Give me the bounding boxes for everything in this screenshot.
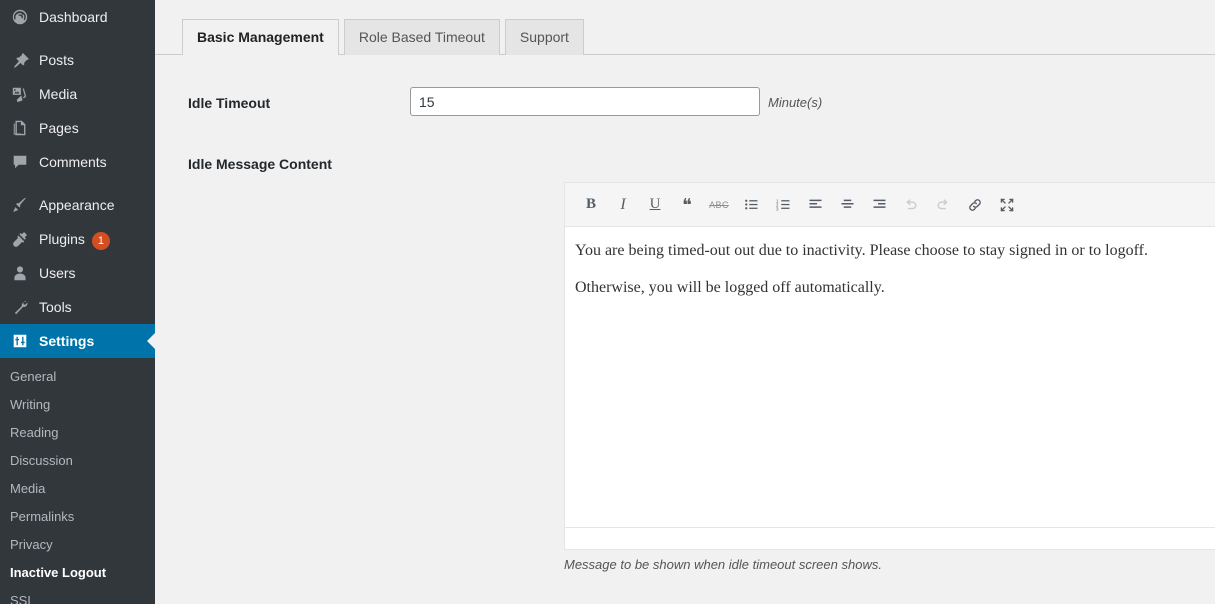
sidebar-item-label: Posts: [39, 52, 75, 68]
editor-status-bar: [565, 527, 1215, 549]
sidebar-item-label: Pages: [39, 120, 79, 136]
link-icon[interactable]: [959, 190, 991, 220]
menu-separator: [0, 34, 155, 43]
strikethrough-icon[interactable]: ABC: [703, 190, 735, 220]
admin-menu: Dashboard Posts Media Pages Comments Appearan…: [0, 0, 155, 358]
submenu-item-writing[interactable]: Writing: [0, 391, 155, 419]
tab-support[interactable]: Support: [504, 19, 584, 55]
admin-sidebar: Dashboard Posts Media Pages Comments Appearan…: [0, 0, 155, 604]
settings-icon: [10, 331, 30, 351]
sidebar-item-label: Settings: [39, 333, 95, 349]
brush-icon: [10, 195, 30, 215]
sidebar-item-label: Dashboard: [39, 9, 108, 25]
sidebar-item-plugins[interactable]: Plugins 1: [0, 222, 155, 256]
sidebar-item-pages[interactable]: Pages: [0, 111, 155, 145]
sidebar-item-label: Comments: [39, 154, 107, 170]
editor-content-area[interactable]: You are being timed-out out due to inact…: [565, 227, 1215, 527]
svg-text:3: 3: [776, 207, 779, 212]
idle-timeout-input[interactable]: [410, 87, 760, 116]
submenu-item-permalinks[interactable]: Permalinks: [0, 503, 155, 531]
sidebar-item-settings[interactable]: Settings: [0, 324, 155, 358]
media-icon: [10, 84, 30, 104]
italic-icon[interactable]: I: [607, 190, 639, 220]
sidebar-item-label: Plugins 1: [39, 222, 155, 256]
idle-timeout-unit-label: Minute(s): [768, 95, 823, 110]
bold-icon[interactable]: B: [575, 190, 607, 220]
submenu-item-reading[interactable]: Reading: [0, 419, 155, 447]
align-left-icon[interactable]: [799, 190, 831, 220]
user-icon: [10, 263, 30, 283]
editor-toolbar: B I U ❝ ABC 1 2 3: [565, 183, 1215, 227]
sidebar-item-users[interactable]: Users: [0, 256, 155, 290]
dashboard-icon: [10, 7, 30, 27]
settings-content: Basic Management Role Based Timeout Suppor…: [155, 0, 1215, 604]
wordpress-admin-screen: Dashboard Posts Media Pages Comments Appearan…: [0, 0, 1215, 604]
underline-icon[interactable]: U: [639, 190, 671, 220]
plugins-update-badge: 1: [91, 232, 110, 250]
undo-icon: [895, 190, 927, 220]
align-right-icon[interactable]: [863, 190, 895, 220]
idle-message-description: Message to be shown when idle timeout sc…: [564, 557, 882, 572]
fullscreen-icon[interactable]: [991, 190, 1023, 220]
sidebar-item-label: Media: [39, 86, 78, 102]
tab-bar: Basic Management Role Based Timeout Suppor…: [155, 0, 1215, 56]
plug-icon: [10, 229, 30, 249]
submenu-item-inactive-logout[interactable]: Inactive Logout: [0, 559, 155, 587]
editor-paragraph: Otherwise, you will be logged off automa…: [575, 279, 885, 297]
comments-icon: [10, 152, 30, 172]
idle-message-label: Idle Message Content: [188, 156, 332, 172]
sidebar-item-label: Appearance: [39, 197, 115, 213]
submenu-item-general[interactable]: General: [0, 363, 155, 391]
settings-submenu: General Writing Reading Discussion Media Perm…: [0, 358, 155, 604]
sidebar-item-comments[interactable]: Comments: [0, 145, 155, 179]
sidebar-item-label: Tools: [39, 299, 72, 315]
submenu-item-privacy[interactable]: Privacy: [0, 531, 155, 559]
menu-separator: [0, 179, 155, 188]
blockquote-icon[interactable]: ❝: [671, 190, 703, 220]
sidebar-item-posts[interactable]: Posts: [0, 43, 155, 77]
sidebar-item-dashboard[interactable]: Dashboard: [0, 0, 155, 34]
submenu-item-media[interactable]: Media: [0, 475, 155, 503]
bulleted-list-icon[interactable]: [735, 190, 767, 220]
sidebar-item-tools[interactable]: Tools: [0, 290, 155, 324]
sidebar-item-media[interactable]: Media: [0, 77, 155, 111]
idle-timeout-label: Idle Timeout: [188, 95, 271, 111]
tab-role-based-timeout[interactable]: Role Based Timeout: [343, 19, 500, 55]
idle-message-editor: B I U ❝ ABC 1 2 3 You are being timed-out out d…: [564, 182, 1215, 550]
tab-list: Basic Management Role Based Timeout Suppor…: [182, 19, 1215, 56]
redo-icon: [927, 190, 959, 220]
pin-icon: [10, 50, 30, 70]
submenu-item-ssl[interactable]: SSL: [0, 587, 155, 604]
wrench-icon: [10, 297, 30, 317]
editor-paragraph: You are being timed-out out due to inact…: [575, 242, 1148, 259]
idle-message-row: Idle Message Content: [188, 156, 332, 172]
sidebar-item-appearance[interactable]: Appearance: [0, 188, 155, 222]
align-center-icon[interactable]: [831, 190, 863, 220]
pages-icon: [10, 118, 30, 138]
numbered-list-icon[interactable]: 123: [767, 190, 799, 220]
submenu-item-discussion[interactable]: Discussion: [0, 447, 155, 475]
tab-basic-management[interactable]: Basic Management: [182, 19, 339, 56]
sidebar-item-label: Users: [39, 265, 76, 281]
